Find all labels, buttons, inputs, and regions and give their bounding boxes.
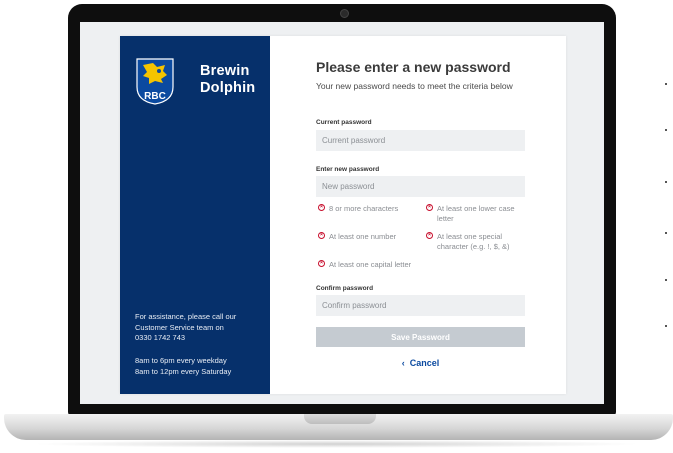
save-password-button[interactable]: Save Password: [316, 327, 525, 347]
assistance-text: For assistance, please call our Customer…: [135, 312, 265, 344]
password-form: Please enter a new password Your new pas…: [316, 36, 536, 394]
logo-text: RBC: [144, 91, 166, 102]
hours-weekday: 8am to 6pm every weekday: [135, 356, 227, 365]
criterion-lowercase: × At least one lower case letter: [426, 204, 528, 224]
criterion-text: 8 or more characters: [329, 204, 399, 213]
assistance-line: Customer Service team on: [135, 322, 224, 332]
criterion-capital: × At least one capital letter: [318, 260, 448, 270]
new-password-label: Enter new password: [316, 166, 380, 173]
criterion-special: × At least one special character (e.g. !…: [426, 232, 528, 252]
criterion-text: At least one capital letter: [329, 260, 412, 269]
screen: RBC Brewin Dolphin For assistance, pleas…: [80, 22, 604, 404]
page-subtitle: Your new password needs to meet the crit…: [316, 81, 513, 91]
x-circle-icon: ×: [426, 204, 433, 211]
sidebar: RBC Brewin Dolphin For assistance, pleas…: [120, 36, 270, 394]
confirm-password-label: Confirm password: [316, 285, 374, 292]
criterion-text: At least one special character (e.g. !, …: [437, 232, 510, 251]
cancel-link[interactable]: ‹ Cancel: [316, 358, 525, 368]
criterion-text: At least one number: [329, 232, 397, 241]
laptop-notch: [304, 414, 376, 424]
opening-hours: 8am to 6pm every weekday 8am to 12pm eve…: [135, 356, 265, 377]
x-circle-icon: ×: [426, 232, 433, 239]
criterion-length: × 8 or more characters: [318, 204, 428, 214]
laptop-shadow: [30, 440, 643, 448]
current-password-field[interactable]: [316, 130, 525, 151]
chevron-left-icon: ‹: [401, 358, 405, 368]
cancel-label: Cancel: [409, 358, 440, 368]
x-circle-icon: ×: [318, 260, 325, 267]
x-circle-icon: ×: [318, 232, 325, 239]
criterion-number: × At least one number: [318, 232, 428, 242]
phone-number: 0330 1742 743: [135, 333, 186, 342]
criterion-text: At least one lower case letter: [437, 204, 515, 223]
brand-name: Brewin Dolphin: [200, 63, 256, 96]
password-card: RBC Brewin Dolphin For assistance, pleas…: [120, 36, 566, 394]
camera-icon: [340, 9, 349, 18]
rbc-logo: RBC: [136, 58, 174, 105]
x-circle-icon: ×: [318, 204, 325, 211]
assistance-line: For assistance, please call our: [135, 312, 237, 321]
hours-saturday: 8am to 12pm every Saturday: [135, 366, 232, 376]
new-password-field[interactable]: [316, 176, 525, 197]
confirm-password-field[interactable]: [316, 295, 525, 316]
current-password-label: Current password: [316, 119, 372, 126]
page-title: Please enter a new password: [316, 59, 511, 75]
